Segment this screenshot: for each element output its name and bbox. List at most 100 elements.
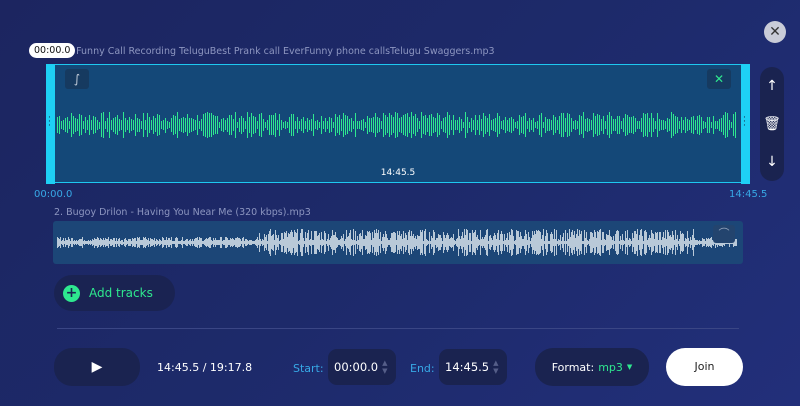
waveform-bar: [347, 115, 348, 135]
waveform-bar: [463, 121, 464, 129]
waveform-bar: [121, 120, 122, 130]
waveform-bar: [443, 118, 444, 132]
waveform-bar: [247, 112, 248, 138]
waveform-bar: [243, 117, 244, 133]
waveform-bar: [253, 116, 254, 134]
fade-in-icon[interactable]: ∫: [65, 69, 89, 89]
waveform-bar: [223, 118, 224, 132]
waveform-bar: [165, 117, 166, 133]
end-input[interactable]: 14:45.5 ▲ ▼: [439, 349, 507, 385]
waveform-bar: [377, 116, 378, 134]
format-value: mp3: [598, 360, 623, 374]
trash-icon[interactable]: 🗑: [763, 116, 781, 132]
waveform-bar: [519, 114, 520, 136]
waveform-bar: [547, 119, 548, 131]
right-trim-handle[interactable]: · · ·: [741, 64, 750, 184]
waveform-bar: [103, 112, 104, 138]
waveform-bar: [701, 117, 702, 133]
waveform-bar: [321, 115, 322, 135]
stepper-icon[interactable]: ▲ ▼: [382, 359, 387, 375]
waveform-bar: [203, 114, 204, 136]
play-button[interactable]: ▶: [54, 348, 140, 386]
waveform-bar: [295, 120, 296, 130]
move-up-icon[interactable]: ↑: [766, 78, 778, 94]
waveform-bar: [621, 120, 622, 130]
move-down-icon[interactable]: ↓: [766, 154, 778, 170]
waveform-bar: [667, 118, 668, 132]
add-tracks-button[interactable]: + Add tracks: [54, 275, 175, 311]
waveform-bar: [553, 114, 554, 136]
waveform-bar: [135, 114, 136, 136]
waveform-bar: [181, 117, 182, 133]
waveform-bar: [139, 118, 140, 132]
waveform-bar: [405, 114, 406, 136]
waveform-bar: [261, 113, 262, 137]
close-button[interactable]: ✕: [764, 21, 786, 43]
waveform-bar: [379, 117, 380, 133]
waveform-bar: [287, 121, 288, 129]
waveform-bar: [175, 115, 176, 135]
waveform-bar: [579, 114, 580, 136]
fade-out-icon[interactable]: ⌒: [713, 225, 735, 243]
track-1-selection[interactable]: · · · · · · ∫ ✕ 14:45.5: [46, 64, 750, 184]
waveform-bar: [275, 113, 276, 137]
waveform-bar: [173, 115, 174, 135]
waveform-bar: [183, 117, 184, 133]
waveform-bar: [597, 114, 598, 136]
waveform-bar: [99, 121, 100, 129]
waveform-bar: [383, 113, 384, 137]
waveform-bar: [337, 117, 338, 133]
waveform-bar: [535, 121, 536, 129]
waveform-bar: [489, 113, 490, 137]
waveform-bar: [677, 116, 678, 134]
waveform-bar: [629, 116, 630, 134]
waveform-bar: [343, 112, 344, 138]
waveform-bar: [191, 117, 192, 133]
waveform-bar: [97, 120, 98, 130]
waveform-bar: [705, 122, 706, 128]
waveform-bar: [59, 116, 60, 134]
waveform-bar: [499, 116, 500, 134]
waveform-bar: [361, 120, 362, 130]
waveform-bar: [75, 117, 76, 133]
crossfade-icon[interactable]: ✕: [707, 69, 731, 89]
waveform-bar: [427, 118, 428, 132]
waveform-bar: [207, 112, 208, 138]
waveform-bar: [131, 118, 132, 132]
waveform-bar: [67, 116, 68, 134]
track-2[interactable]: ⌒: [53, 221, 743, 264]
waveform-bar: [517, 121, 518, 129]
waveform-bar: [495, 117, 496, 133]
waveform-bar: [393, 117, 394, 133]
waveform-bar: [585, 119, 586, 131]
waveform-bar: [559, 115, 560, 135]
waveform-bar: [457, 120, 458, 130]
waveform-bar: [733, 113, 734, 137]
waveform-bar: [527, 120, 528, 130]
waveform-bar: [491, 120, 492, 130]
format-select[interactable]: Format: mp3 ▼: [535, 348, 649, 386]
waveform-bar: [257, 120, 258, 130]
waveform-bar: [713, 115, 714, 135]
waveform-bar: [679, 121, 680, 129]
waveform-bar: [643, 112, 644, 138]
waveform-bar: [605, 120, 606, 130]
waveform-bar: [671, 112, 672, 138]
start-input[interactable]: 00:00.0 ▲ ▼: [328, 349, 396, 385]
waveform-bar: [375, 112, 376, 138]
join-button[interactable]: Join: [666, 348, 743, 386]
waveform-bar: [541, 113, 542, 137]
waveform-bar: [543, 121, 544, 129]
waveform-bar: [299, 121, 300, 129]
waveform-bar: [687, 118, 688, 132]
stepper-icon[interactable]: ▲ ▼: [493, 359, 498, 375]
left-trim-handle[interactable]: · · ·: [46, 64, 55, 184]
waveform-bar: [477, 119, 478, 131]
waveform-bar: [399, 117, 400, 133]
waveform-bar: [327, 120, 328, 130]
waveform-bar: [663, 119, 664, 131]
waveform-bar: [479, 114, 480, 136]
track-actions: ↑ 🗑 ↓: [760, 67, 784, 181]
waveform-bar: [373, 116, 374, 134]
waveform-bar: [187, 113, 188, 137]
